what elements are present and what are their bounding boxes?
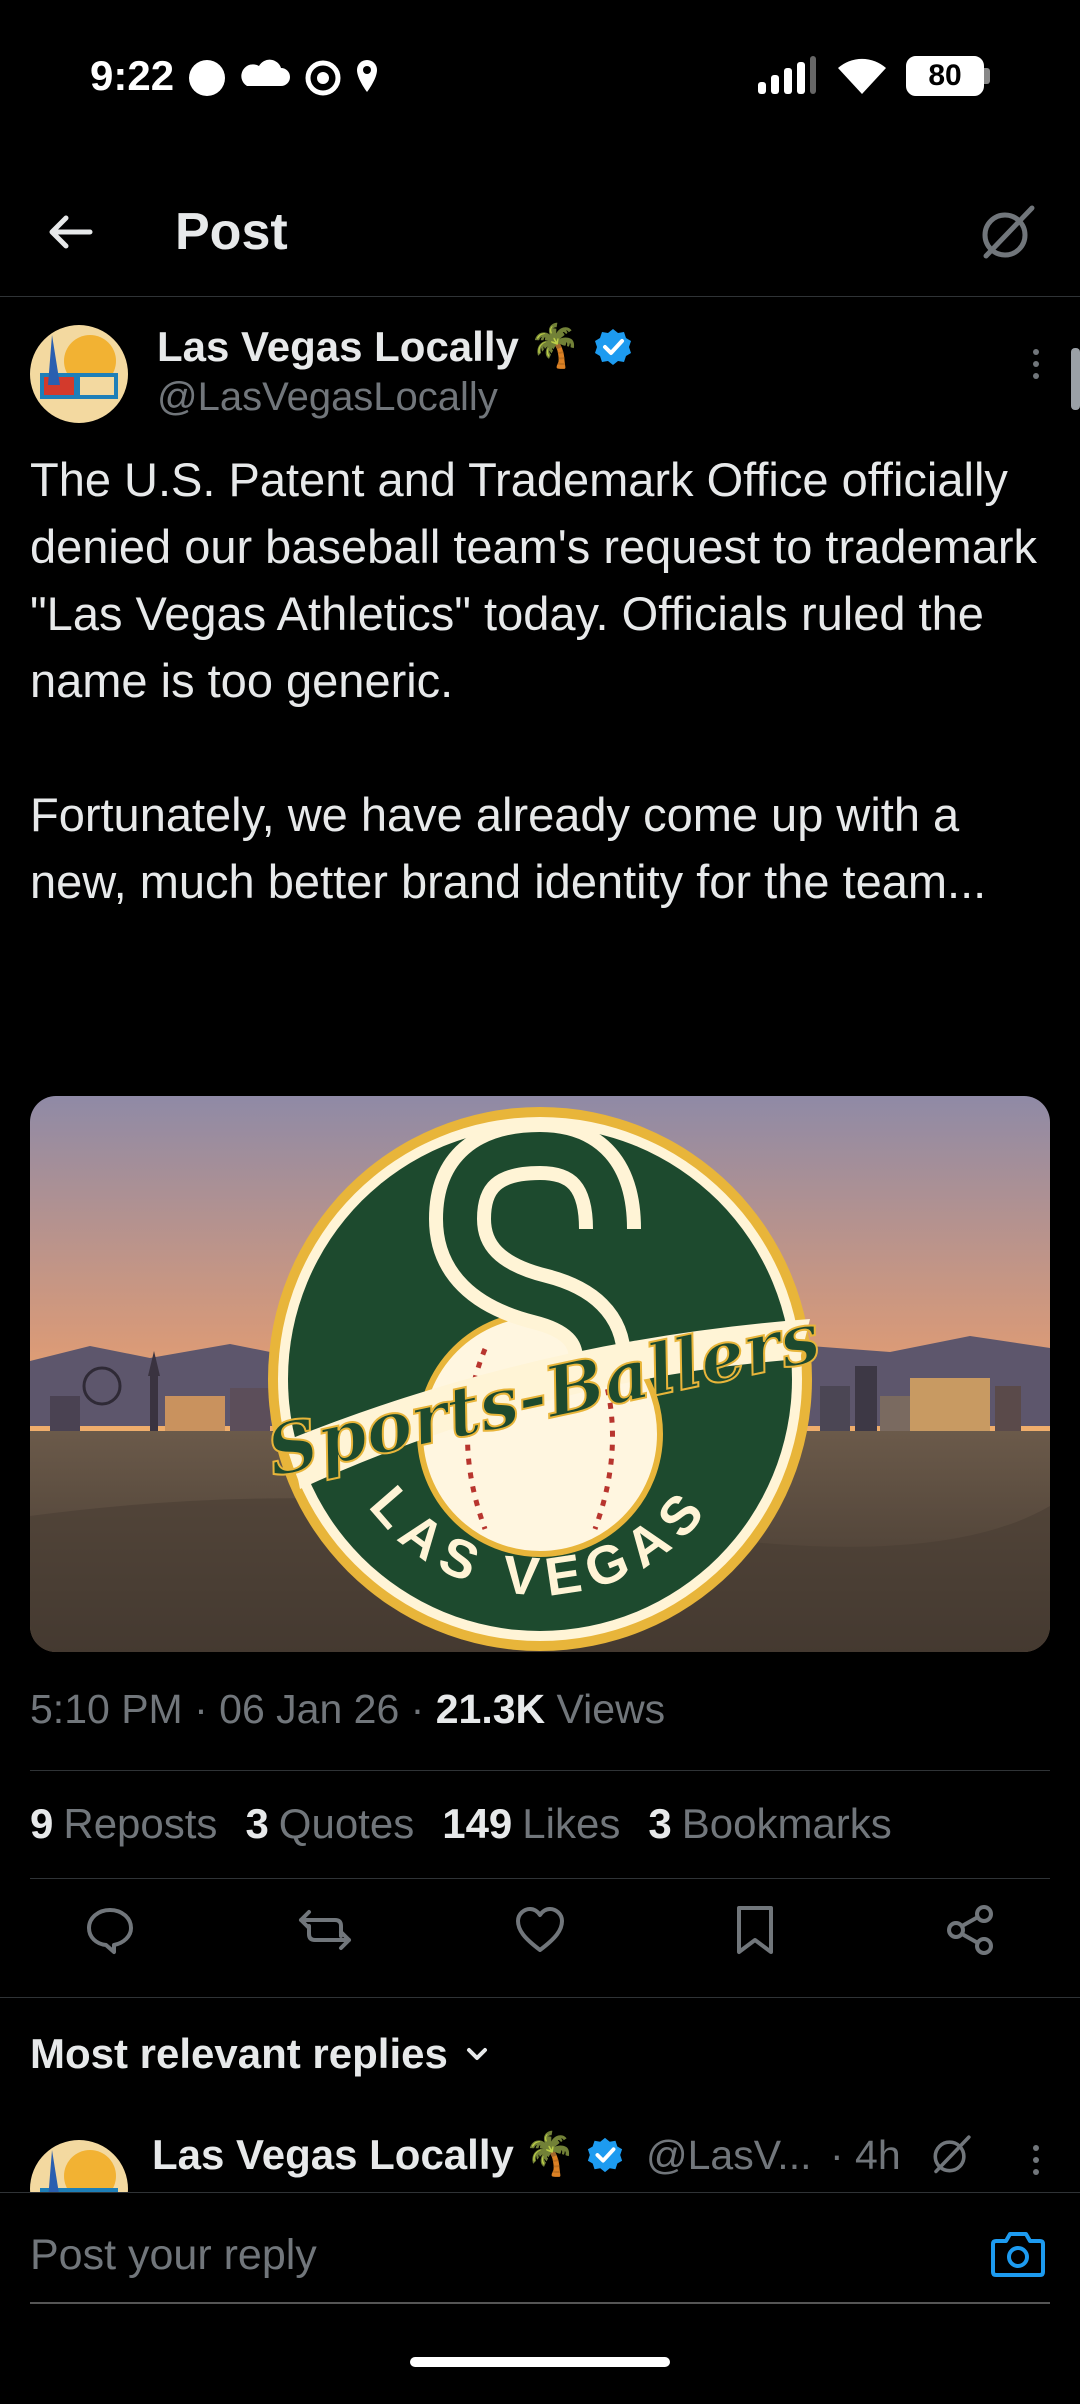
reposts-count: 9 (30, 1800, 54, 1847)
bookmarks-label: Bookmarks (681, 1800, 892, 1847)
avatar-image (30, 325, 128, 423)
reply-author-row[interactable]: Las Vegas Locally 🌴 (152, 2130, 624, 2179)
likes-count: 149 (442, 1800, 513, 1847)
status-time: 9:22 (90, 52, 175, 99)
like-icon (516, 1907, 564, 1952)
verified-icon (588, 2137, 623, 2172)
quotes-count: 3 (245, 1800, 269, 1847)
wifi-icon (838, 58, 886, 94)
more-options-button[interactable] (1026, 344, 1046, 384)
verified-icon (595, 328, 632, 365)
notification-icons (189, 59, 377, 96)
repost-icon (299, 1910, 351, 1950)
signal-icon (758, 56, 816, 94)
status-system-icons: 80 (756, 56, 990, 96)
divider (0, 1997, 1080, 1998)
grok-icon (933, 2135, 971, 2174)
reply-author-name[interactable]: Las Vegas Locally (152, 2131, 514, 2179)
reposts-label: Reposts (63, 1800, 218, 1847)
likes-label: Likes (522, 1800, 621, 1847)
grok-button[interactable] (972, 198, 1042, 268)
stat-likes[interactable]: 149 Likes (442, 1800, 620, 1848)
composer-underline (30, 2302, 1050, 2304)
post-meta: 5:10 PM · 06 Jan 26 · 21.3K Views (30, 1686, 666, 1732)
reply-composer: Post your reply (0, 2192, 1080, 2304)
replies-sort-button[interactable]: Most relevant replies (30, 2030, 492, 2078)
like-button[interactable] (510, 1900, 570, 1960)
divider (30, 1878, 1050, 1879)
views-count: 21.3K (435, 1686, 546, 1732)
chevron-down-icon (466, 2048, 487, 2060)
post-text: The U.S. Patent and Trademark Office off… (30, 453, 1037, 908)
share-button[interactable] (940, 1900, 1000, 1960)
sports-ballers-logo-image: Sports-Ballers LAS VEGAS (30, 1096, 1050, 1652)
page-title: Post (175, 203, 288, 261)
camera-button[interactable] (990, 2229, 1046, 2279)
bookmark-button[interactable] (725, 1900, 785, 1960)
reply-grok-button[interactable] (926, 2130, 976, 2180)
reply-icon (87, 1908, 133, 1954)
author-name[interactable]: Las Vegas Locally (157, 323, 519, 371)
battery-level: 80 (928, 59, 962, 92)
stat-quotes[interactable]: 3 Quotes (245, 1800, 414, 1848)
battery-indicator: 80 (906, 56, 984, 96)
author-avatar[interactable] (30, 325, 128, 423)
author-emoji: 🌴 (528, 322, 582, 369)
reply-author-emoji: 🌴 (523, 2130, 577, 2177)
engagement-stats: 9 Reposts 3 Quotes 149 Likes 3 Bookmarks (30, 1800, 920, 1848)
repost-button[interactable] (295, 1900, 355, 1960)
post-date: 06 Jan 26 (219, 1686, 400, 1732)
views-label: Views (556, 1686, 666, 1732)
stat-reposts[interactable]: 9 Reposts (30, 1800, 217, 1848)
status-bar: 9:22 80 (0, 0, 1080, 160)
post-header: Post (0, 180, 1080, 297)
reply-author-handle[interactable]: @LasV... (646, 2132, 811, 2179)
divider (30, 1770, 1050, 1771)
camera-icon (991, 2232, 1045, 2277)
post-time: 5:10 PM (30, 1686, 183, 1732)
more-icon (1033, 349, 1039, 379)
post-image[interactable]: Sports-Ballers LAS VEGAS (30, 1096, 1050, 1652)
reply-button[interactable] (80, 1900, 140, 1960)
back-button[interactable] (40, 202, 100, 262)
share-icon (947, 1905, 993, 1955)
bookmarks-count: 3 (648, 1800, 672, 1847)
replies-sort-label: Most relevant replies (30, 2030, 448, 2077)
reply-input[interactable]: Post your reply (30, 2231, 317, 2280)
stat-bookmarks[interactable]: 3 Bookmarks (648, 1800, 891, 1848)
reply-time: · 4h (830, 2132, 901, 2178)
action-bar (30, 1900, 1050, 1980)
bookmark-icon (737, 1906, 773, 1954)
scrollbar-thumb[interactable] (1071, 348, 1080, 410)
home-indicator[interactable] (410, 2357, 670, 2367)
grok-icon (982, 205, 1035, 259)
back-arrow-icon (49, 215, 93, 249)
more-icon (1033, 2145, 1039, 2175)
battery-tip (984, 68, 990, 84)
reply-more-button[interactable] (1026, 2140, 1046, 2180)
quotes-label: Quotes (278, 1800, 415, 1847)
status-notification-icons (185, 54, 385, 100)
author-handle[interactable]: @LasVegasLocally (157, 375, 498, 420)
author-name-row[interactable]: Las Vegas Locally 🌴 (157, 322, 633, 371)
